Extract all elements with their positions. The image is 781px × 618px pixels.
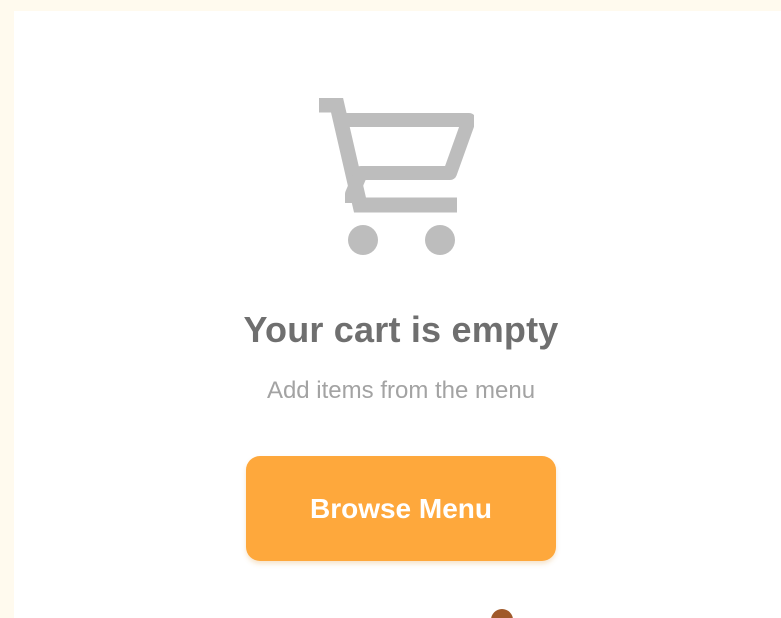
- browse-menu-button[interactable]: Browse Menu: [246, 456, 556, 561]
- empty-cart-screen: Your cart is empty Add items from the me…: [0, 0, 781, 618]
- shopping-cart-icon: [319, 98, 474, 255]
- empty-cart-subtitle: Add items from the menu: [266, 377, 536, 404]
- empty-cart-title: Your cart is empty: [243, 309, 559, 350]
